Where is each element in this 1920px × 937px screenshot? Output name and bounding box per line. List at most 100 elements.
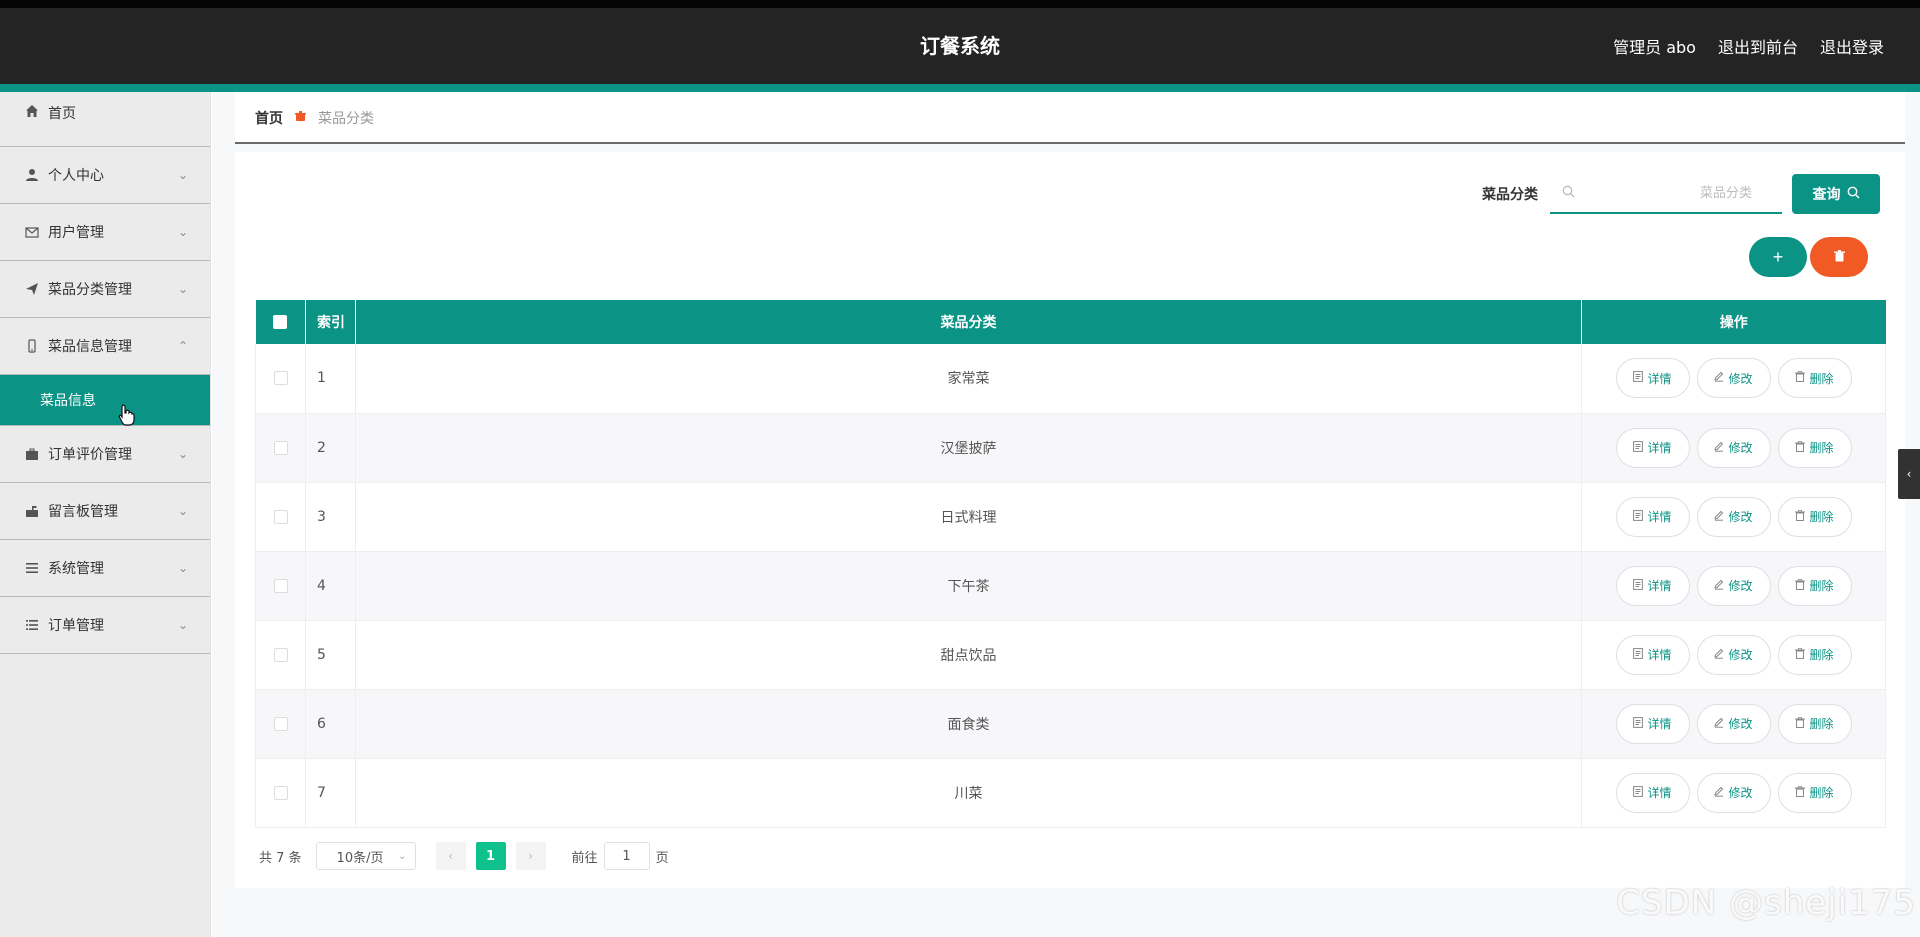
detail-button[interactable]: 详情 bbox=[1615, 772, 1690, 813]
edit-icon bbox=[1714, 441, 1724, 455]
delete-label: 删除 bbox=[1809, 648, 1834, 662]
breadcrumb-separator-icon bbox=[295, 110, 306, 126]
sidebar-item-category-management[interactable]: 菜品分类管理 ⌄ bbox=[0, 261, 210, 318]
detail-label: 详情 bbox=[1647, 786, 1672, 800]
action-buttons: + bbox=[1749, 237, 1868, 277]
user-icon bbox=[24, 167, 40, 183]
chevron-down-icon: ⌄ bbox=[177, 282, 188, 296]
search-input[interactable] bbox=[1550, 174, 1782, 212]
row-checkbox[interactable] bbox=[273, 716, 288, 731]
edit-button[interactable]: 修改 bbox=[1696, 496, 1771, 537]
select-all-checkbox[interactable] bbox=[273, 315, 288, 329]
row-index: 7 bbox=[305, 758, 356, 828]
edit-button[interactable]: 修改 bbox=[1696, 634, 1771, 675]
delete-button[interactable]: 删除 bbox=[1777, 427, 1852, 468]
edit-label: 修改 bbox=[1728, 579, 1753, 593]
delete-label: 删除 bbox=[1809, 441, 1834, 455]
sidebar-item-order-review-management[interactable]: 订单评价管理 ⌄ bbox=[0, 426, 210, 483]
row-index: 6 bbox=[305, 689, 356, 759]
row-select-cell bbox=[255, 344, 306, 414]
header-accent-line bbox=[0, 84, 1920, 92]
edit-icon bbox=[1714, 786, 1724, 800]
search-field-wrap bbox=[1550, 174, 1782, 214]
table-row: 2 汉堡披萨 详情 修改 删除 bbox=[255, 413, 1886, 483]
column-header-index: 索引 bbox=[305, 300, 356, 344]
detail-button[interactable]: 详情 bbox=[1615, 427, 1690, 468]
page-number-button[interactable]: 1 bbox=[475, 842, 506, 870]
table-row: 1 家常菜 详情 修改 删除 bbox=[255, 344, 1886, 414]
sidebar-item-message-board-management[interactable]: 留言板管理 ⌄ bbox=[0, 483, 210, 540]
trash-icon bbox=[1795, 647, 1806, 662]
sidebar-item-user-management[interactable]: 用户管理 ⌄ bbox=[0, 204, 210, 261]
row-actions: 详情 修改 删除 bbox=[1581, 413, 1886, 483]
edit-icon bbox=[1714, 717, 1724, 731]
collapse-panel-button[interactable]: ‹ bbox=[1898, 449, 1920, 499]
delete-button[interactable]: 删除 bbox=[1777, 496, 1852, 537]
add-button[interactable]: + bbox=[1749, 237, 1807, 277]
detail-button[interactable]: 详情 bbox=[1615, 496, 1690, 537]
delete-label: 删除 bbox=[1809, 510, 1834, 524]
detail-button[interactable]: 详情 bbox=[1615, 565, 1690, 606]
data-table: 索引 菜品分类 操作 1 家常菜 详情 修改 删除 2 汉堡披萨 详情 修改 删… bbox=[255, 300, 1886, 828]
detail-button[interactable]: 详情 bbox=[1615, 358, 1690, 399]
document-icon bbox=[1633, 647, 1644, 662]
row-category: 日式料理 bbox=[355, 482, 1582, 552]
row-checkbox[interactable] bbox=[273, 785, 288, 800]
goto-page-input[interactable] bbox=[603, 842, 650, 870]
delete-label: 删除 bbox=[1809, 579, 1834, 593]
breadcrumb-panel: 首页 菜品分类 bbox=[235, 92, 1905, 144]
edit-button[interactable]: 修改 bbox=[1696, 772, 1771, 813]
column-header-actions: 操作 bbox=[1719, 315, 1748, 331]
delete-label: 删除 bbox=[1809, 717, 1834, 731]
row-checkbox[interactable] bbox=[273, 509, 288, 524]
row-checkbox[interactable] bbox=[273, 647, 288, 662]
edit-label: 修改 bbox=[1728, 648, 1753, 662]
detail-button[interactable]: 详情 bbox=[1615, 634, 1690, 675]
delete-button[interactable]: 删除 bbox=[1777, 358, 1852, 399]
front-link[interactable]: 退出到前台 bbox=[1718, 34, 1798, 58]
main-panel: 菜品分类 查询 + bbox=[235, 152, 1905, 888]
table-row: 7 川菜 详情 修改 删除 bbox=[255, 758, 1886, 828]
prev-page-button[interactable]: ‹ bbox=[435, 842, 466, 870]
sidebar-item-personal-center[interactable]: 个人中心 ⌄ bbox=[0, 147, 210, 204]
detail-label: 详情 bbox=[1647, 371, 1672, 386]
sidebar-subitem-dish-info[interactable]: 菜品信息 bbox=[0, 375, 210, 426]
search-button[interactable]: 查询 bbox=[1792, 174, 1880, 214]
batch-delete-button[interactable] bbox=[1810, 237, 1868, 277]
sidebar-item-dish-info-management[interactable]: 菜品信息管理 ⌃ bbox=[0, 318, 210, 375]
row-checkbox[interactable] bbox=[273, 440, 288, 455]
sidebar-item-system-management[interactable]: 系统管理 ⌄ bbox=[0, 540, 210, 597]
row-actions: 详情 修改 删除 bbox=[1581, 620, 1886, 690]
chevron-left-icon: ‹ bbox=[448, 849, 453, 863]
logout-link[interactable]: 退出登录 bbox=[1820, 34, 1884, 58]
breadcrumb-home[interactable]: 首页 bbox=[255, 108, 283, 128]
row-checkbox[interactable] bbox=[273, 578, 288, 593]
delete-button[interactable]: 删除 bbox=[1777, 703, 1852, 744]
row-checkbox[interactable] bbox=[273, 371, 288, 386]
goto-label: 前往 bbox=[571, 850, 598, 866]
next-page-button[interactable]: › bbox=[515, 842, 546, 870]
delete-button[interactable]: 删除 bbox=[1777, 565, 1852, 606]
detail-button[interactable]: 详情 bbox=[1615, 703, 1690, 744]
search-icon bbox=[1847, 186, 1860, 203]
send-icon bbox=[24, 281, 40, 297]
edit-button[interactable]: 修改 bbox=[1696, 358, 1771, 399]
chevron-down-icon: ⌄ bbox=[177, 447, 188, 461]
edit-button[interactable]: 修改 bbox=[1696, 427, 1771, 468]
sidebar-item-order-management[interactable]: 订单管理 ⌄ bbox=[0, 597, 210, 654]
mailbox-icon bbox=[24, 503, 40, 519]
sidebar-item-home[interactable]: 首页 ⌄ bbox=[0, 92, 210, 147]
edit-button[interactable]: 修改 bbox=[1696, 565, 1771, 606]
detail-label: 详情 bbox=[1647, 510, 1672, 524]
row-category: 家常菜 bbox=[355, 344, 1582, 414]
delete-button[interactable]: 删除 bbox=[1777, 772, 1852, 813]
page-size-select[interactable]: 10条/页 ⌄ bbox=[315, 842, 416, 870]
detail-label: 详情 bbox=[1647, 441, 1672, 455]
row-actions: 详情 修改 删除 bbox=[1581, 689, 1886, 759]
trash-icon bbox=[1833, 249, 1845, 265]
search-button-label: 查询 bbox=[1812, 187, 1841, 203]
edit-label: 修改 bbox=[1728, 510, 1753, 524]
delete-button[interactable]: 删除 bbox=[1777, 634, 1852, 675]
edit-button[interactable]: 修改 bbox=[1696, 703, 1771, 744]
home-icon bbox=[24, 103, 40, 119]
